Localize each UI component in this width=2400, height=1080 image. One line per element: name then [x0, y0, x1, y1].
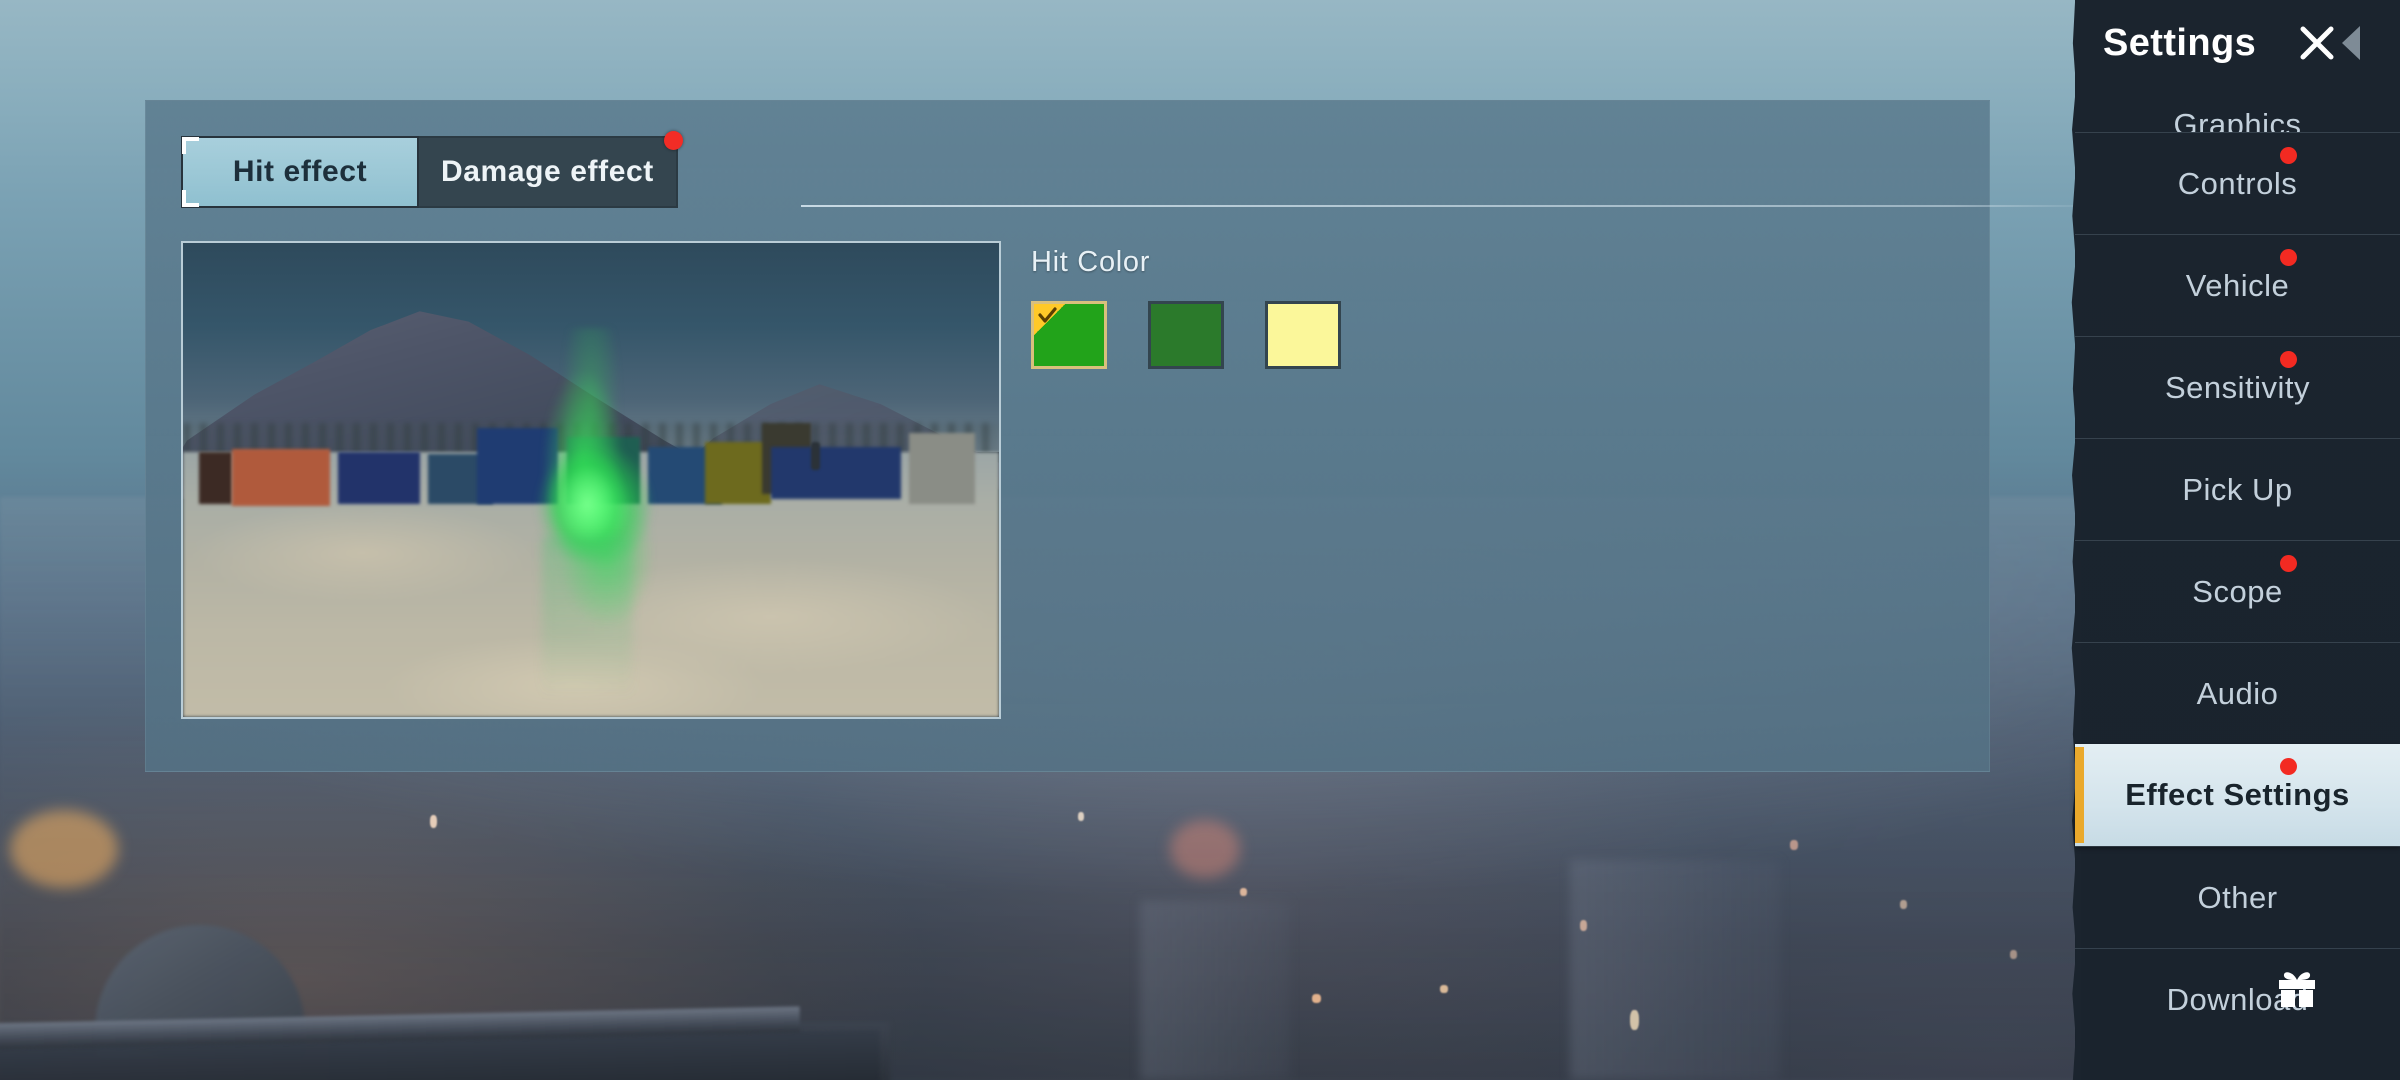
sidebar-item-label: Audio — [2196, 675, 2279, 711]
background-spark — [430, 815, 437, 828]
settings-sidebar: Settings Graphics Controls Vehicle Sensi… — [2071, 0, 2400, 1080]
sidebar-item-sensitivity[interactable]: Sensitivity — [2075, 336, 2400, 438]
color-swatch-bright-green[interactable] — [1031, 301, 1107, 369]
sidebar-item-other[interactable]: Other — [2075, 846, 2400, 948]
sidebar-menu: Graphics Controls Vehicle Sensitivity Pi… — [2075, 86, 2400, 1050]
background-spark — [1580, 920, 1587, 931]
sidebar-item-vehicle[interactable]: Vehicle — [2075, 234, 2400, 336]
background-spark — [1240, 888, 1247, 896]
background-structure-right — [1570, 860, 1780, 1080]
check-icon — [1034, 304, 1065, 335]
sidebar-item-controls[interactable]: Controls — [2075, 132, 2400, 234]
background-spark — [1630, 1010, 1639, 1030]
sidebar-item-scope[interactable]: Scope — [2075, 540, 2400, 642]
tab-damage-effect-badge — [663, 131, 683, 150]
sidebar-item-badge — [2279, 351, 2297, 368]
background-spark — [2010, 950, 2017, 959]
sidebar-header: Settings — [2075, 0, 2400, 86]
sidebar-item-badge — [2279, 249, 2297, 266]
settings-content-panel: Hit effect Damage effect Hit Color — [145, 100, 2106, 772]
background-spark — [1078, 812, 1084, 821]
preview-character — [811, 442, 821, 471]
sidebar-item-label: Other — [2197, 879, 2278, 915]
sidebar-item-badge — [2279, 147, 2297, 164]
color-swatch-dark-green[interactable] — [1148, 301, 1224, 369]
preview-container — [705, 442, 771, 504]
color-swatch-pale-yellow[interactable] — [1265, 301, 1341, 369]
hit-color-label: Hit Color — [1031, 246, 1151, 278]
sidebar-item-audio[interactable]: Audio — [2075, 642, 2400, 744]
background-structure-mid — [1140, 900, 1290, 1080]
preview-container — [338, 451, 420, 504]
sidebar-item-badge — [2279, 555, 2297, 572]
hit-color-swatch-list — [1031, 301, 1341, 369]
sidebar-item-label: Sensitivity — [2164, 369, 2311, 405]
hit-color-section: Hit Color — [1031, 246, 1341, 369]
sidebar-item-pick-up[interactable]: Pick Up — [2075, 438, 2400, 540]
close-x-icon — [2300, 26, 2334, 60]
preview-container — [770, 446, 902, 499]
background-spark — [1900, 900, 1907, 909]
sidebar-item-label: Graphics — [2173, 107, 2302, 132]
hit-effect-preview — [181, 241, 1001, 719]
background-spark — [1790, 840, 1798, 850]
tab-hit-effect[interactable]: Hit effect — [181, 136, 419, 208]
background-light-glow — [1170, 820, 1240, 878]
collapse-left-triangle-icon — [2342, 26, 2361, 60]
tab-damage-effect-label: Damage effect — [441, 155, 654, 188]
screen-root: Hit effect Damage effect Hit Color Setti… — [0, 0, 2400, 1080]
preview-container — [231, 449, 330, 507]
sidebar-item-label: Controls — [2177, 165, 2298, 201]
preview-container — [199, 451, 232, 504]
background-light-glow — [10, 810, 118, 888]
sidebar-item-label: Pick Up — [2182, 471, 2293, 507]
gift-box-icon — [2274, 967, 2320, 1014]
background-spark — [1440, 985, 1448, 993]
sidebar-item-label: Vehicle — [2185, 267, 2290, 303]
preview-hit-effect-trail — [542, 536, 632, 699]
close-button[interactable] — [2294, 20, 2361, 66]
sidebar-item-graphics[interactable]: Graphics — [2075, 86, 2400, 132]
tab-row-divider — [801, 205, 2106, 207]
sidebar-item-label: Effect Settings — [2125, 777, 2350, 812]
preview-container — [909, 432, 975, 504]
sidebar-item-effect-settings[interactable]: Effect Settings — [2075, 744, 2400, 846]
sidebar-item-label: Scope — [2192, 573, 2283, 609]
sidebar-item-badge — [2279, 758, 2297, 775]
page-title: Settings — [2103, 21, 2257, 64]
sidebar-item-download[interactable]: Download — [2075, 948, 2400, 1050]
tab-hit-effect-label: Hit effect — [232, 155, 368, 188]
effect-tab-row: Hit effect Damage effect — [181, 131, 683, 208]
background-spark — [1312, 994, 1321, 1003]
tab-damage-effect[interactable]: Damage effect — [419, 131, 683, 208]
